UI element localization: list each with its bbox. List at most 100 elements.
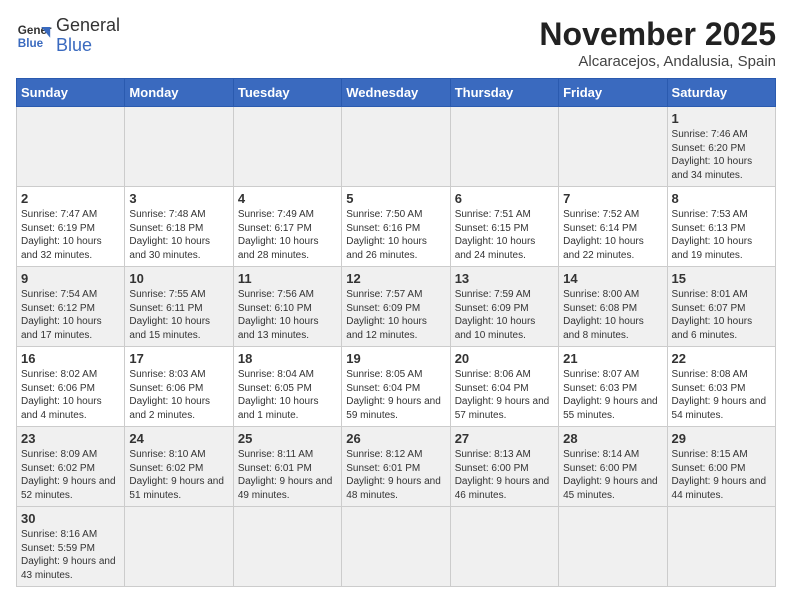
day-number: 18 (238, 351, 337, 366)
day-info: Sunrise: 8:12 AM Sunset: 6:01 PM Dayligh… (346, 448, 445, 502)
weekday-header-sunday: Sunday (17, 79, 125, 107)
day-info: Sunrise: 7:52 AM Sunset: 6:14 PM Dayligh… (563, 208, 662, 262)
weekday-header-thursday: Thursday (450, 79, 558, 107)
day-number: 26 (346, 431, 445, 446)
title-area: November 2025 Alcaracejos, Andalusia, Sp… (539, 16, 776, 70)
day-number: 30 (21, 511, 120, 526)
calendar-cell: 22Sunrise: 8:08 AM Sunset: 6:03 PM Dayli… (667, 347, 775, 427)
calendar-cell: 12Sunrise: 7:57 AM Sunset: 6:09 PM Dayli… (342, 267, 450, 347)
day-info: Sunrise: 8:15 AM Sunset: 6:00 PM Dayligh… (672, 448, 771, 502)
calendar-table: SundayMondayTuesdayWednesdayThursdayFrid… (16, 78, 776, 587)
calendar-cell: 5Sunrise: 7:50 AM Sunset: 6:16 PM Daylig… (342, 187, 450, 267)
calendar-cell: 15 Sunrise: 8:01 AM Sunset: 6:07 PM Dayli… (667, 267, 775, 347)
calendar-cell (17, 107, 125, 187)
calendar-cell: 13 Sunrise: 7:59 AM Sunset: 6:09 PM Dayli… (450, 267, 558, 347)
calendar-cell: 30 Sunrise: 8:16 AM Sunset: 5:59 PM Dayli… (17, 507, 125, 587)
day-number: 17 (129, 351, 228, 366)
day-number: 19 (346, 351, 445, 366)
day-number: 6 (455, 191, 554, 206)
calendar-cell: 2Sunrise: 7:47 AM Sunset: 6:19 PM Daylig… (17, 187, 125, 267)
calendar-cell: 24Sunrise: 8:10 AM Sunset: 6:02 PM Dayli… (125, 427, 233, 507)
day-info: Sunrise: 8:07 AM Sunset: 6:03 PM Dayligh… (563, 368, 662, 422)
day-info: Sunrise: 7:56 AM Sunset: 6:10 PM Dayligh… (238, 288, 337, 342)
day-info: Sunrise: 8:04 AM Sunset: 6:05 PM Dayligh… (238, 368, 337, 422)
weekday-header-friday: Friday (559, 79, 667, 107)
day-info: Sunrise: 8:05 AM Sunset: 6:04 PM Dayligh… (346, 368, 445, 422)
day-number: 23 (21, 431, 120, 446)
day-info: Sunrise: 8:14 AM Sunset: 6:00 PM Dayligh… (563, 448, 662, 502)
day-info: Sunrise: 8:13 AM Sunset: 6:00 PM Dayligh… (455, 448, 554, 502)
calendar-cell (559, 107, 667, 187)
calendar-cell: 14 Sunrise: 8:00 AM Sunset: 6:08 PM Dayli… (559, 267, 667, 347)
day-info: Sunrise: 8:16 AM Sunset: 5:59 PM Dayligh… (21, 528, 120, 582)
calendar-cell: 9 Sunrise: 7:54 AM Sunset: 6:12 PM Daylig… (17, 267, 125, 347)
day-number: 4 (238, 191, 337, 206)
day-info: Sunrise: 7:59 AM Sunset: 6:09 PM Dayligh… (455, 288, 554, 342)
weekday-header-monday: Monday (125, 79, 233, 107)
header: General Blue General Blue November 2025 … (16, 16, 776, 70)
calendar-cell: 11Sunrise: 7:56 AM Sunset: 6:10 PM Dayli… (233, 267, 341, 347)
calendar-cell (342, 507, 450, 587)
calendar-cell: 23 Sunrise: 8:09 AM Sunset: 6:02 PM Dayli… (17, 427, 125, 507)
day-number: 28 (563, 431, 662, 446)
day-info: Sunrise: 8:08 AM Sunset: 6:03 PM Dayligh… (672, 368, 771, 422)
day-number: 3 (129, 191, 228, 206)
day-number: 9 (21, 271, 120, 286)
calendar-cell: 8Sunrise: 7:53 AM Sunset: 6:13 PM Daylig… (667, 187, 775, 267)
calendar-subtitle: Alcaracejos, Andalusia, Spain (539, 53, 776, 70)
day-info: Sunrise: 8:09 AM Sunset: 6:02 PM Dayligh… (21, 448, 120, 502)
logo-icon: General Blue (16, 18, 52, 54)
calendar-cell (125, 107, 233, 187)
day-number: 14 (563, 271, 662, 286)
day-info: Sunrise: 8:11 AM Sunset: 6:01 PM Dayligh… (238, 448, 337, 502)
calendar-cell: 4Sunrise: 7:49 AM Sunset: 6:17 PM Daylig… (233, 187, 341, 267)
day-info: Sunrise: 7:55 AM Sunset: 6:11 PM Dayligh… (129, 288, 228, 342)
day-info: Sunrise: 7:54 AM Sunset: 6:12 PM Dayligh… (21, 288, 120, 342)
calendar-week-row: 23 Sunrise: 8:09 AM Sunset: 6:02 PM Dayli… (17, 427, 776, 507)
calendar-cell (667, 507, 775, 587)
day-info: Sunrise: 8:03 AM Sunset: 6:06 PM Dayligh… (129, 368, 228, 422)
weekday-header-tuesday: Tuesday (233, 79, 341, 107)
calendar-cell: 3 Sunrise: 7:48 AM Sunset: 6:18 PM Daylig… (125, 187, 233, 267)
calendar-cell: 7 Sunrise: 7:52 AM Sunset: 6:14 PM Daylig… (559, 187, 667, 267)
calendar-cell: 29Sunrise: 8:15 AM Sunset: 6:00 PM Dayli… (667, 427, 775, 507)
calendar-cell: 21 Sunrise: 8:07 AM Sunset: 6:03 PM Dayli… (559, 347, 667, 427)
calendar-cell (125, 507, 233, 587)
logo-text: General Blue (56, 16, 120, 56)
day-number: 15 (672, 271, 771, 286)
calendar-cell: 27 Sunrise: 8:13 AM Sunset: 6:00 PM Dayli… (450, 427, 558, 507)
day-info: Sunrise: 8:02 AM Sunset: 6:06 PM Dayligh… (21, 368, 120, 422)
day-number: 16 (21, 351, 120, 366)
calendar-cell: 16 Sunrise: 8:02 AM Sunset: 6:06 PM Dayli… (17, 347, 125, 427)
day-info: Sunrise: 8:06 AM Sunset: 6:04 PM Dayligh… (455, 368, 554, 422)
calendar-cell: 28 Sunrise: 8:14 AM Sunset: 6:00 PM Dayli… (559, 427, 667, 507)
weekday-header-row: SundayMondayTuesdayWednesdayThursdayFrid… (17, 79, 776, 107)
day-info: Sunrise: 8:00 AM Sunset: 6:08 PM Dayligh… (563, 288, 662, 342)
calendar-cell (450, 107, 558, 187)
weekday-header-wednesday: Wednesday (342, 79, 450, 107)
day-info: Sunrise: 8:01 AM Sunset: 6:07 PM Dayligh… (672, 288, 771, 342)
day-number: 21 (563, 351, 662, 366)
day-number: 13 (455, 271, 554, 286)
calendar-cell: 17 Sunrise: 8:03 AM Sunset: 6:06 PM Dayli… (125, 347, 233, 427)
calendar-cell (233, 507, 341, 587)
day-number: 20 (455, 351, 554, 366)
calendar-week-row: 9 Sunrise: 7:54 AM Sunset: 6:12 PM Daylig… (17, 267, 776, 347)
calendar-cell: 25Sunrise: 8:11 AM Sunset: 6:01 PM Dayli… (233, 427, 341, 507)
svg-text:Blue: Blue (18, 37, 44, 50)
calendar-cell: 10Sunrise: 7:55 AM Sunset: 6:11 PM Dayli… (125, 267, 233, 347)
calendar-week-row: 2Sunrise: 7:47 AM Sunset: 6:19 PM Daylig… (17, 187, 776, 267)
day-number: 7 (563, 191, 662, 206)
calendar-week-row: 30 Sunrise: 8:16 AM Sunset: 5:59 PM Dayli… (17, 507, 776, 587)
day-number: 8 (672, 191, 771, 206)
calendar-cell: 26 Sunrise: 8:12 AM Sunset: 6:01 PM Dayli… (342, 427, 450, 507)
day-number: 27 (455, 431, 554, 446)
calendar-cell: 20 Sunrise: 8:06 AM Sunset: 6:04 PM Dayli… (450, 347, 558, 427)
day-number: 24 (129, 431, 228, 446)
calendar-cell: 18 Sunrise: 8:04 AM Sunset: 6:05 PM Dayli… (233, 347, 341, 427)
calendar-week-row: 16 Sunrise: 8:02 AM Sunset: 6:06 PM Dayli… (17, 347, 776, 427)
day-number: 1 (672, 111, 771, 126)
calendar-cell: 1Sunrise: 7:46 AM Sunset: 6:20 PM Daylig… (667, 107, 775, 187)
day-info: Sunrise: 7:48 AM Sunset: 6:18 PM Dayligh… (129, 208, 228, 262)
day-number: 2 (21, 191, 120, 206)
